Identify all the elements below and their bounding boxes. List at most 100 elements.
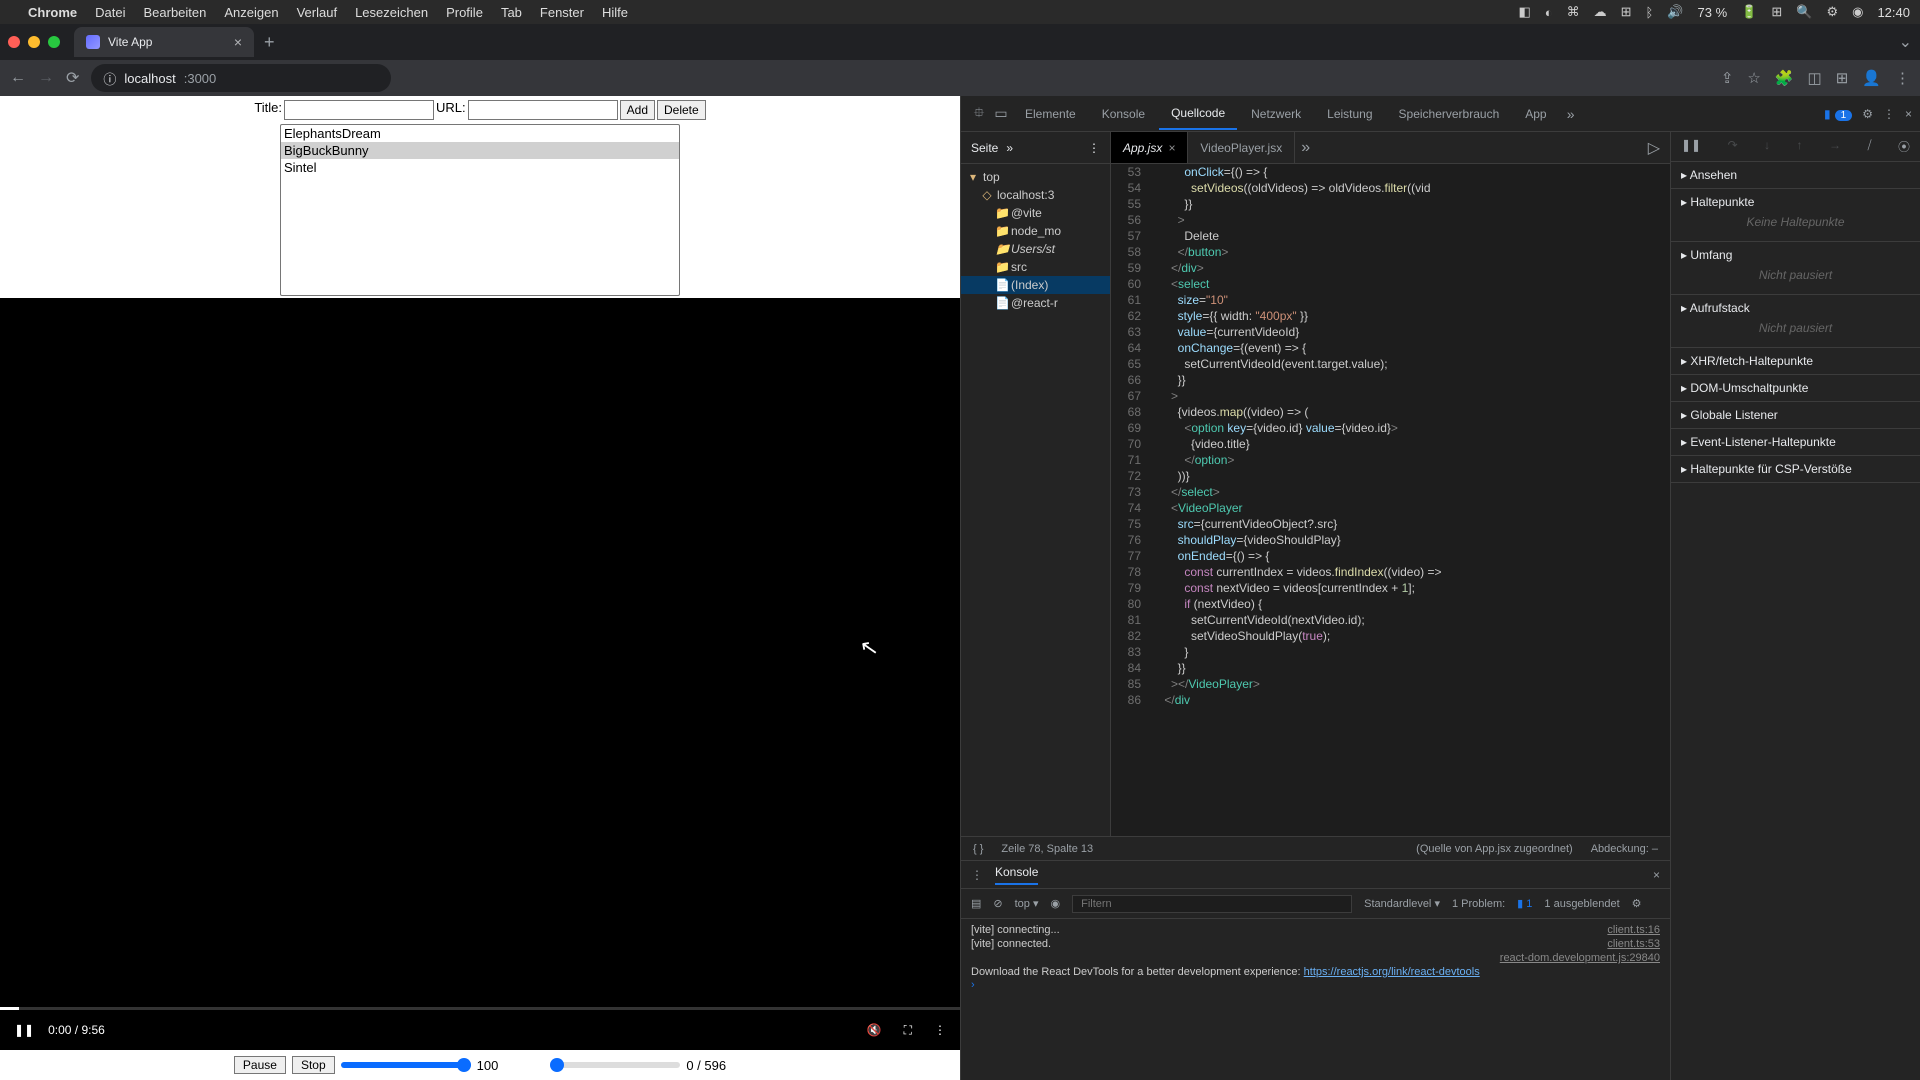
more-icon[interactable]: »	[1006, 141, 1013, 155]
battery-icon[interactable]: 🔋	[1741, 4, 1757, 20]
sidepane-section[interactable]: ▸ Event-Listener-Haltepunkte	[1671, 429, 1920, 456]
add-button[interactable]: Add	[620, 100, 655, 120]
devtools-close-icon[interactable]: ×	[1905, 107, 1912, 121]
status-icon[interactable]: ◐	[1545, 5, 1553, 20]
seek-slider[interactable]	[550, 1062, 680, 1068]
sidepane-section[interactable]: ▸ UmfangNicht pausiert	[1671, 242, 1920, 295]
tree-item[interactable]: ◇localhost:3	[961, 186, 1110, 204]
control-center-icon[interactable]: ⚙	[1826, 4, 1838, 20]
drawer-menu-icon[interactable]: ⋮	[971, 868, 983, 882]
search-icon[interactable]: 🔍	[1796, 4, 1812, 20]
console-filter-input[interactable]	[1072, 895, 1352, 913]
devtools-menu-icon[interactable]: ⋮	[1883, 107, 1895, 121]
bluetooth-icon[interactable]: ᛒ	[1646, 5, 1654, 20]
step-into-icon[interactable]: ↓	[1764, 138, 1770, 155]
inspect-icon[interactable]: ⯐	[969, 102, 989, 126]
window-maximize-button[interactable]	[48, 36, 60, 48]
tab-netzwerk[interactable]: Netzwerk	[1239, 99, 1313, 129]
video-select[interactable]: ElephantsDreamBigBuckBunnySintel	[280, 124, 680, 296]
clear-console-icon[interactable]: ⊘	[993, 897, 1002, 910]
problems-badge[interactable]: ▮ 1	[1517, 897, 1532, 910]
console-settings-icon[interactable]: ⚙	[1632, 897, 1642, 910]
profile-icon[interactable]: 👤	[1862, 69, 1881, 87]
step-out-icon[interactable]: ↑	[1797, 138, 1803, 155]
pause-exc-icon[interactable]: ⦿	[1898, 138, 1910, 155]
status-icon[interactable]: ⊞	[1621, 4, 1632, 20]
site-info-icon[interactable]: ⓘ	[103, 69, 116, 88]
tree-item[interactable]: 📁node_mo	[961, 222, 1110, 240]
sidepane-section[interactable]: ▸ Ansehen	[1671, 162, 1920, 189]
url-input[interactable]	[468, 100, 618, 120]
tree-item[interactable]: 📁@vite	[961, 204, 1110, 222]
wifi-icon[interactable]: ⊞	[1771, 4, 1782, 20]
menu-datei[interactable]: Datei	[95, 5, 125, 20]
video-option[interactable]: ElephantsDream	[281, 125, 679, 142]
sidepanel-icon[interactable]: ◫	[1808, 69, 1822, 87]
url-field[interactable]: ⓘ localhost:3000	[91, 64, 391, 92]
chrome-menu-icon[interactable]: ⋮	[1895, 69, 1910, 87]
tab-app[interactable]: App	[1513, 99, 1558, 129]
tab-quellcode[interactable]: Quellcode	[1159, 98, 1237, 130]
video-option[interactable]: Sintel	[281, 159, 679, 176]
video-menu-icon[interactable]: ⋮	[934, 1023, 946, 1037]
console-prompt[interactable]: ›	[971, 979, 1660, 991]
tree-item[interactable]: 📄(Index)	[961, 276, 1110, 294]
nav-menu-icon[interactable]: ⋮	[1088, 141, 1100, 155]
sidepane-section[interactable]: ▸ XHR/fetch-Haltepunkte	[1671, 348, 1920, 375]
context-selector[interactable]: top ▾	[1015, 897, 1039, 910]
window-minimize-button[interactable]	[28, 36, 40, 48]
menu-lesezeichen[interactable]: Lesezeichen	[355, 5, 428, 20]
more-files-icon[interactable]: »	[1301, 139, 1310, 157]
volume-icon[interactable]: 🔊	[1667, 4, 1683, 20]
siri-icon[interactable]: ◉	[1852, 4, 1863, 20]
bookmark-icon[interactable]: ☆	[1747, 69, 1760, 87]
devtools-toggle-icon[interactable]: ⊞	[1836, 69, 1849, 87]
sidepane-section[interactable]: ▸ DOM-Umschaltpunkte	[1671, 375, 1920, 402]
tab-dropdown-icon[interactable]: ⌄	[1899, 32, 1912, 52]
file-tree[interactable]: ▾top◇localhost:3📁@vite📁node_mo📁Users/st📁…	[961, 164, 1111, 836]
code-editor[interactable]: 53 onClick={() => {54 setVideos((oldVide…	[1111, 164, 1670, 836]
deactivate-bp-icon[interactable]: ⧸	[1867, 138, 1871, 155]
console-tab[interactable]: Konsole	[995, 865, 1038, 885]
run-icon[interactable]: ▷	[1648, 138, 1660, 158]
status-icon[interactable]: ⌘	[1567, 4, 1580, 20]
source-file-tab[interactable]: App.jsx×	[1111, 132, 1188, 163]
extensions-icon[interactable]: 🧩	[1775, 69, 1794, 87]
step-over-icon[interactable]: ↷	[1728, 138, 1738, 155]
pause-script-icon[interactable]: ❚❚	[1681, 138, 1701, 155]
console-side-icon[interactable]: ▤	[971, 897, 981, 910]
tab-leistung[interactable]: Leistung	[1315, 99, 1384, 129]
step-icon[interactable]: →	[1829, 138, 1841, 155]
tab-elemente[interactable]: Elemente	[1013, 99, 1088, 129]
more-tabs-icon[interactable]: »	[1561, 106, 1581, 122]
delete-button[interactable]: Delete	[657, 100, 706, 120]
format-icon[interactable]: { }	[973, 843, 983, 855]
window-close-button[interactable]	[8, 36, 20, 48]
volume-slider[interactable]	[341, 1062, 471, 1068]
tree-item[interactable]: 📁Users/st	[961, 240, 1110, 258]
mute-icon[interactable]: 🔇	[867, 1023, 882, 1037]
share-icon[interactable]: ⇪	[1721, 69, 1734, 87]
title-input[interactable]	[284, 100, 434, 120]
sources-page-tab[interactable]: Seite	[971, 141, 998, 155]
menu-hilfe[interactable]: Hilfe	[602, 5, 628, 20]
sidepane-section[interactable]: ▸ Globale Listener	[1671, 402, 1920, 429]
play-pause-icon[interactable]: ❚❚	[14, 1023, 34, 1037]
tree-item[interactable]: 📄@react-r	[961, 294, 1110, 312]
new-tab-button[interactable]: +	[264, 32, 275, 53]
menu-profile[interactable]: Profile	[446, 5, 483, 20]
menu-verlauf[interactable]: Verlauf	[297, 5, 337, 20]
level-selector[interactable]: Standardlevel ▾	[1364, 897, 1440, 910]
status-icon[interactable]: ☁	[1594, 4, 1607, 20]
menu-bearbeiten[interactable]: Bearbeiten	[143, 5, 206, 20]
clock[interactable]: 12:40	[1877, 5, 1910, 20]
sidepane-section[interactable]: ▸ HaltepunkteKeine Haltepunkte	[1671, 189, 1920, 242]
forward-button[interactable]: →	[38, 69, 54, 87]
issues-icon[interactable]: ▮1	[1824, 107, 1852, 121]
pause-button[interactable]: Pause	[234, 1056, 286, 1074]
live-expr-icon[interactable]: ◉	[1051, 897, 1061, 910]
menu-fenster[interactable]: Fenster	[540, 5, 584, 20]
browser-tab[interactable]: Vite App ×	[74, 27, 254, 57]
menu-tab[interactable]: Tab	[501, 5, 522, 20]
source-file-tab[interactable]: VideoPlayer.jsx	[1188, 132, 1295, 163]
